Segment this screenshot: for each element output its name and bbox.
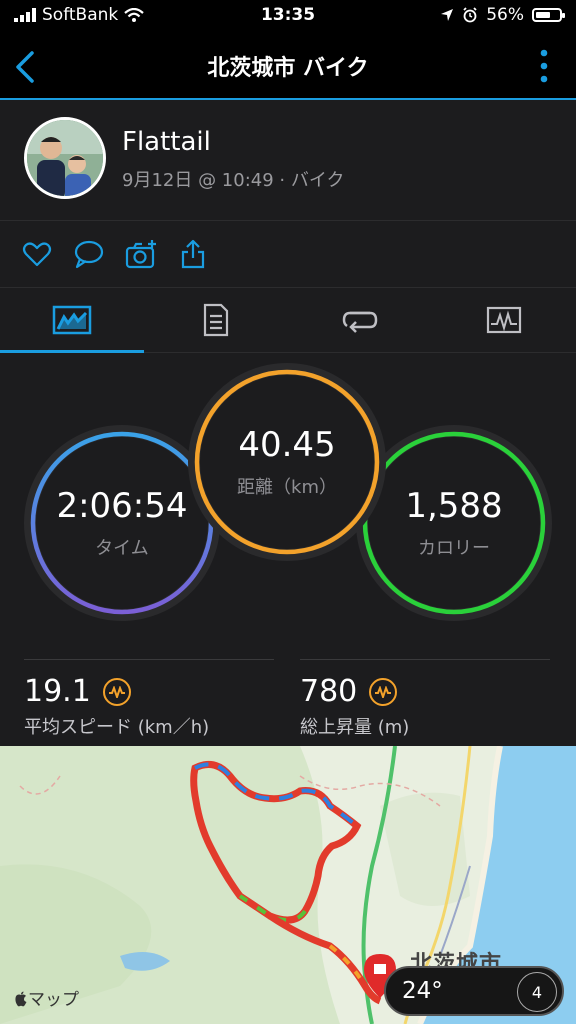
- activity-header: Flattail 9月12日 @ 10:49 · バイク: [0, 100, 576, 221]
- tab-charts[interactable]: [432, 288, 576, 352]
- summary-chart-icon: [52, 305, 92, 335]
- avatar[interactable]: [24, 117, 106, 199]
- heart-icon[interactable]: [22, 239, 52, 269]
- elevation-label: 総上昇量 (m): [300, 717, 410, 738]
- elevation-value: 780: [300, 674, 358, 709]
- share-icon[interactable]: [178, 239, 208, 269]
- battery-icon: [532, 8, 565, 22]
- status-bar: SoftBank 13:35 56%: [0, 0, 576, 34]
- compass-value: 4: [531, 982, 543, 1002]
- tab-summary[interactable]: [0, 288, 144, 353]
- calories-label: カロリー: [418, 538, 490, 559]
- avg-speed-metric[interactable]: 19.1 平均スピード (km／h): [24, 659, 274, 739]
- graph-icon: [486, 306, 522, 334]
- route-map[interactable]: 北茨城市 マップ 24° 4: [0, 746, 576, 1024]
- location-arrow-icon: [441, 9, 454, 21]
- elevation-gain-metric[interactable]: 780 総上昇量 (m): [300, 659, 550, 739]
- tab-bar: [0, 288, 576, 353]
- action-bar: [0, 221, 576, 288]
- distance-label: 距離（km）: [237, 477, 337, 498]
- calories-value: 1,588: [405, 486, 503, 526]
- alarm-icon: [463, 7, 477, 23]
- time-value: 2:06:54: [56, 486, 188, 526]
- battery-percent: 56%: [486, 5, 524, 25]
- activity-date: 9月12日 @ 10:49 · バイク: [122, 170, 345, 191]
- apple-logo-icon: [15, 991, 27, 1007]
- laps-loop-icon: [342, 311, 378, 333]
- details-list-icon: [203, 303, 229, 337]
- user-name[interactable]: Flattail: [122, 127, 211, 157]
- temperature: 24°: [402, 978, 443, 1004]
- avg-speed-value: 19.1: [24, 674, 91, 709]
- page-title: 北茨城市 バイク: [207, 56, 369, 81]
- comment-icon[interactable]: [74, 239, 104, 269]
- distance-gauge[interactable]: 40.45 距離（km）: [188, 363, 386, 561]
- summary-panel: 2:06:54 タイム 1,588 カロリー 40.45 距離（km） 19.1: [0, 353, 576, 746]
- avg-speed-label: 平均スピード (km／h): [24, 717, 210, 738]
- weather-compass-widget[interactable]: 24° 4: [384, 966, 564, 1016]
- distance-value: 40.45: [238, 425, 336, 465]
- more-vertical-icon[interactable]: [534, 48, 554, 84]
- nav-bar: 北茨城市 バイク: [0, 34, 576, 100]
- time-label: タイム: [95, 538, 149, 559]
- tab-details[interactable]: [144, 288, 288, 352]
- compass-icon[interactable]: 4: [517, 972, 557, 1012]
- elevation-wave-icon[interactable]: [369, 677, 398, 706]
- camera-add-icon[interactable]: [125, 239, 159, 269]
- tab-laps[interactable]: [288, 288, 432, 352]
- speed-wave-icon[interactable]: [102, 677, 131, 706]
- map-attribution: マップ: [14, 985, 79, 1010]
